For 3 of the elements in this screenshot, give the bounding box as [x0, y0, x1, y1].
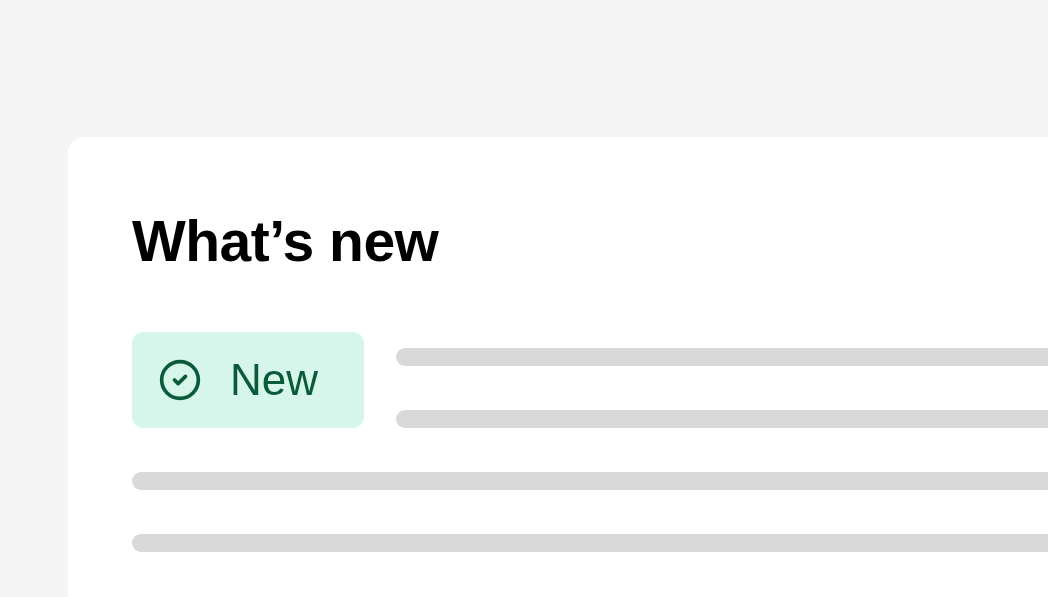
- badge-label: New: [230, 355, 319, 406]
- check-circle-icon: [158, 358, 202, 403]
- card-title: What’s new: [132, 208, 440, 275]
